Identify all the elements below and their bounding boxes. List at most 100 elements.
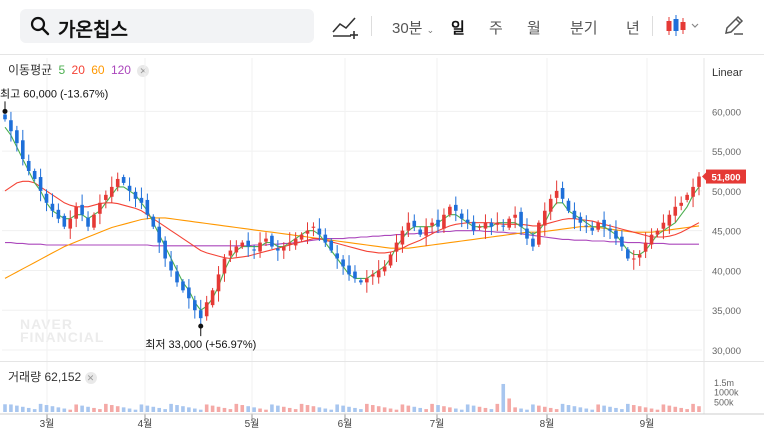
volume-bar [80, 405, 84, 412]
candle-body [252, 249, 256, 251]
candle-body [50, 203, 55, 211]
month-label: 6월 [338, 418, 353, 430]
volume-tick-label: 1.5m [714, 378, 734, 388]
low-annotation: 최저 33,000 (+56.97%) [145, 338, 256, 351]
tab-year[interactable]: 년 [626, 17, 640, 38]
candle-body [584, 225, 589, 227]
candle-body [602, 219, 606, 227]
candle-body [127, 185, 132, 191]
candle-body [210, 290, 215, 306]
volume-bar [406, 405, 411, 412]
volume-bar [299, 403, 304, 412]
candle-body [193, 300, 197, 311]
volume-bar [287, 407, 292, 412]
watermark-line-2: FINANCIAL [20, 329, 105, 345]
candle-body [418, 229, 423, 235]
volume-bar [572, 406, 577, 412]
volume-bar [649, 408, 654, 412]
candle-body [376, 270, 381, 278]
add-trendline-icon[interactable] [331, 12, 359, 40]
search-box[interactable]: 가온칩스 [20, 9, 314, 43]
ma120-line [5, 230, 699, 247]
candle-body [489, 222, 494, 227]
volume-bar [216, 406, 221, 412]
candle-body [495, 222, 500, 225]
volume-bar [418, 407, 423, 412]
candle-body [86, 217, 90, 227]
candle-body [637, 254, 642, 258]
tab-month[interactable]: 월 [527, 17, 541, 38]
close-icon[interactable]: ✕ [84, 371, 97, 384]
volume-bar [537, 405, 541, 412]
candle-body [471, 221, 476, 231]
candle-body [459, 213, 464, 219]
candle-body [507, 218, 511, 228]
volume-bar [495, 403, 500, 412]
volume-bar [293, 409, 298, 412]
volume-bars [3, 383, 701, 412]
scale-type-selector[interactable]: Linear [712, 67, 743, 79]
candle-body [566, 200, 571, 211]
volume-bar [9, 404, 13, 412]
stock-name: 가온칩스 [58, 20, 128, 41]
volume-bar [92, 407, 96, 412]
volume-bar [50, 406, 55, 412]
candle-body [3, 114, 7, 120]
tab-quarter[interactable]: 분기 [570, 17, 598, 38]
candle-body [246, 240, 250, 247]
tab-day[interactable]: 일 [451, 17, 465, 38]
volume-bar [685, 409, 689, 412]
candle-body [394, 242, 399, 252]
volume-bar [501, 383, 506, 412]
candle-body [359, 280, 363, 283]
candle-body [542, 210, 547, 226]
candle-body [643, 242, 648, 252]
candle-body [287, 242, 292, 245]
volume-bar [513, 407, 517, 412]
candle-body [234, 246, 239, 253]
candle-body [424, 226, 428, 236]
candle-body [15, 130, 19, 144]
candle-body [329, 240, 334, 251]
candle-body [442, 214, 446, 229]
candlestick-type-icon[interactable] [664, 14, 704, 38]
volume-bar [145, 405, 150, 412]
volume-bar [483, 407, 488, 412]
candle-body [299, 234, 304, 240]
tab-week[interactable]: 주 [489, 17, 503, 38]
toolbar-divider [652, 16, 653, 36]
candle-body [679, 202, 684, 206]
candle-body [264, 238, 268, 242]
volume-bar [329, 409, 334, 412]
ma-legend: 이동평균 5 20 60 120 ✕ [8, 61, 152, 78]
volume-bar [388, 408, 393, 412]
tab-30min[interactable]: 30분 ⌄ [392, 17, 434, 38]
month-label: 5월 [245, 418, 260, 430]
volume-bar [667, 405, 672, 412]
volume-bar [370, 405, 375, 412]
volume-bar [691, 403, 695, 412]
volume-bar [359, 409, 363, 412]
candle-body [412, 220, 417, 227]
annotations: 최고 60,000 (-13.67%) 최저 33,000 (+56.97%) [0, 87, 256, 351]
volume-bar [175, 405, 179, 412]
candle-body [151, 216, 156, 227]
candle-body [673, 206, 678, 216]
current-price-pointer [702, 171, 707, 182]
candle-body [353, 271, 357, 279]
volume-bar [614, 407, 618, 412]
candle-body [270, 235, 274, 247]
volume-bar [323, 408, 328, 412]
volume-bar [317, 407, 322, 412]
toolbar: 가온칩스 30분 ⌄ 일 주 월 분기 년 [0, 0, 764, 54]
pencil-icon[interactable] [722, 13, 746, 37]
volume-bar [56, 407, 61, 412]
volume-bar [353, 407, 357, 412]
volume-bar [234, 403, 239, 412]
volume-bar [127, 408, 132, 412]
candle-body [572, 210, 577, 219]
candle-body [501, 225, 506, 227]
candle-body [276, 248, 280, 251]
price-tick-label: 50,000 [712, 187, 741, 198]
close-icon[interactable]: ✕ [137, 64, 150, 77]
